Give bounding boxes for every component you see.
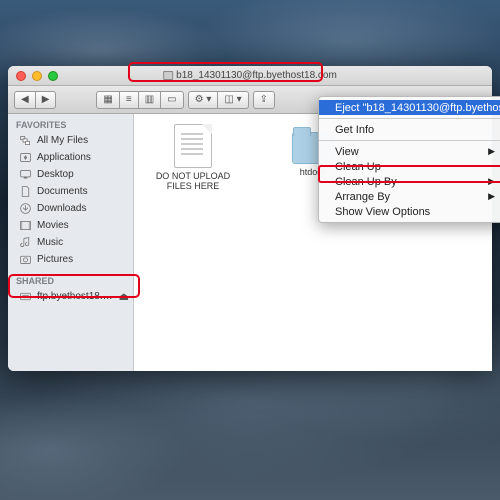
sidebar-item-downloads[interactable]: Downloads — [8, 200, 133, 217]
sidebar-item-label: Movies — [37, 220, 69, 231]
sidebar-item-label: All My Files — [37, 135, 88, 146]
downloads-icon — [18, 202, 32, 215]
sidebar-item-pictures[interactable]: Pictures — [8, 251, 133, 268]
file-label: DO NOT UPLOAD FILES HERE — [148, 171, 238, 192]
sidebar-item-label: Pictures — [37, 254, 73, 265]
context-menu-clean-up[interactable]: Clean Up — [319, 159, 500, 174]
view-buttons: ▦ ≡ ▥ ▭ — [96, 91, 183, 109]
context-menu-label: Clean Up By — [335, 176, 397, 188]
icon-view-button[interactable]: ▦ — [96, 91, 119, 109]
nav-buttons: ◀ ▶ — [14, 91, 56, 109]
sidebar-item-label: Downloads — [37, 203, 86, 214]
titlebar[interactable]: b18_14301130@ftp.byethost18.com — [8, 66, 492, 86]
movies-icon — [18, 219, 32, 232]
sidebar-item-music[interactable]: Music — [8, 234, 133, 251]
context-menu-separator — [319, 140, 500, 141]
sidebar-item-label: Music — [37, 237, 63, 248]
context-menu-separator — [319, 118, 500, 119]
context-menu-clean-up-by[interactable]: Clean Up By ▶ — [319, 174, 500, 189]
share-button[interactable]: ⇪ — [253, 91, 275, 109]
sidebar-item-all-my-files[interactable]: All My Files — [8, 132, 133, 149]
music-icon — [18, 236, 32, 249]
sidebar-item-label: Documents — [37, 186, 88, 197]
context-menu-view[interactable]: View ▶ — [319, 144, 500, 159]
context-menu-label: Arrange By — [335, 191, 390, 203]
minimize-button[interactable] — [32, 71, 42, 81]
context-menu-label: Clean Up — [335, 161, 381, 173]
sidebar-item-label: ftp.byethost18.com — [37, 291, 114, 302]
applications-icon — [18, 151, 32, 164]
context-menu-label: View — [335, 146, 359, 158]
context-menu-show-view-options[interactable]: Show View Options — [319, 204, 500, 219]
submenu-arrow-icon: ▶ — [488, 176, 495, 187]
sidebar-shared-header: SHARED — [8, 272, 133, 288]
context-menu: Eject "b18_14301130@ftp.byethost18.com" … — [318, 96, 500, 223]
action-button[interactable]: ⚙ ▾ — [188, 91, 219, 109]
context-menu-label: Show View Options — [335, 206, 430, 218]
submenu-arrow-icon: ▶ — [488, 191, 495, 202]
forward-button[interactable]: ▶ — [36, 91, 57, 109]
sidebar-item-label: Desktop — [37, 169, 74, 180]
action-arrange-buttons: ⚙ ▾ ◫ ▾ — [188, 91, 249, 109]
sidebar-item-label: Applications — [37, 152, 91, 163]
column-view-button[interactable]: ▥ — [139, 91, 161, 109]
context-menu-eject-label: Eject "b18_14301130@ftp.byethost18.com" — [335, 102, 500, 114]
file-icon — [174, 124, 212, 168]
desktop-icon — [18, 168, 32, 181]
submenu-arrow-icon: ▶ — [488, 146, 495, 157]
sidebar: FAVORITES All My Files Applications Desk… — [8, 114, 134, 371]
window-title-text: b18_14301130@ftp.byethost18.com — [176, 70, 337, 81]
allmyfiles-icon — [18, 134, 32, 147]
sidebar-item-shared-server[interactable]: ftp.byethost18.com ⏏ — [8, 288, 133, 305]
context-menu-label: Get Info — [335, 124, 374, 136]
list-view-button[interactable]: ≡ — [120, 91, 139, 109]
window-controls — [8, 71, 58, 81]
pictures-icon — [18, 253, 32, 266]
drive-icon — [163, 71, 173, 80]
zoom-button[interactable] — [48, 71, 58, 81]
sidebar-item-movies[interactable]: Movies — [8, 217, 133, 234]
sidebar-favorites-header: FAVORITES — [8, 116, 133, 132]
close-button[interactable] — [16, 71, 26, 81]
file-item[interactable]: DO NOT UPLOAD FILES HERE — [148, 124, 238, 192]
sidebar-item-documents[interactable]: Documents — [8, 183, 133, 200]
share-button-group: ⇪ — [253, 91, 275, 109]
context-menu-arrange-by[interactable]: Arrange By ▶ — [319, 189, 500, 204]
arrange-button[interactable]: ◫ ▾ — [218, 91, 248, 109]
eject-icon[interactable]: ⏏ — [119, 290, 129, 303]
documents-icon — [18, 185, 32, 198]
sidebar-item-applications[interactable]: Applications — [8, 149, 133, 166]
coverflow-view-button[interactable]: ▭ — [161, 91, 183, 109]
context-menu-get-info[interactable]: Get Info — [319, 122, 500, 137]
server-icon — [18, 290, 32, 303]
window-title: b18_14301130@ftp.byethost18.com — [163, 70, 337, 81]
context-menu-eject[interactable]: Eject "b18_14301130@ftp.byethost18.com" — [319, 100, 500, 115]
back-button[interactable]: ◀ — [14, 91, 36, 109]
sidebar-item-desktop[interactable]: Desktop — [8, 166, 133, 183]
